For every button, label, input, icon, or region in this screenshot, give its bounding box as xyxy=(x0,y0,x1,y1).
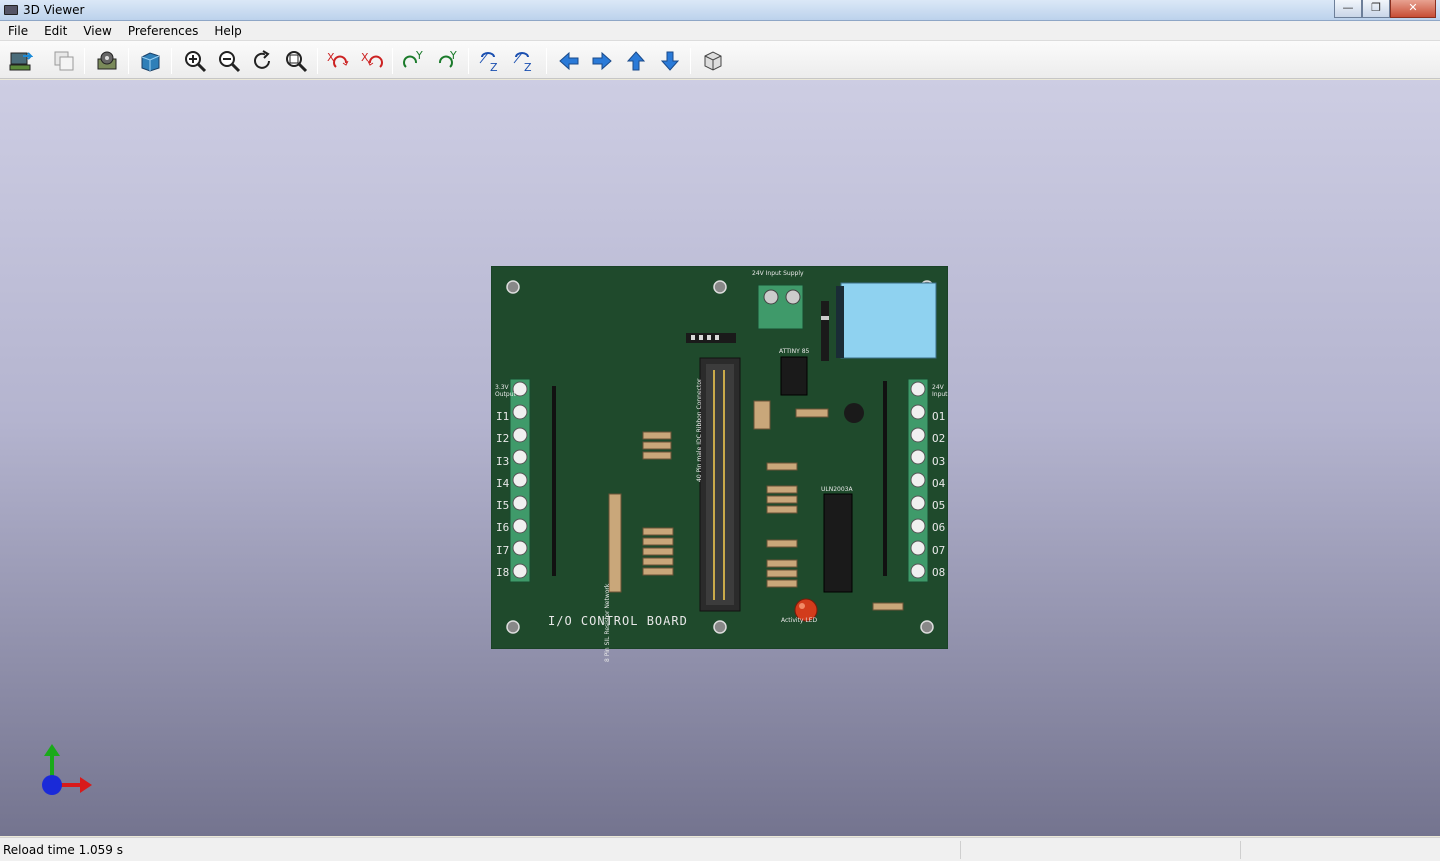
pan-down-icon[interactable] xyxy=(657,48,683,74)
attiny-label: ATTINY 85 xyxy=(779,348,810,355)
close-button[interactable]: ✕ xyxy=(1390,0,1436,18)
window-controls: — ❐ ✕ xyxy=(1334,0,1436,18)
menu-edit[interactable]: Edit xyxy=(36,21,75,41)
svg-text:Z: Z xyxy=(490,61,498,73)
output-label: O2 xyxy=(932,432,946,446)
supply-label: 24V Input Supply xyxy=(752,270,804,277)
zoom-out-icon[interactable] xyxy=(216,48,242,74)
menu-preferences[interactable]: Preferences xyxy=(120,21,207,41)
output-label: O6 xyxy=(932,521,946,535)
window-title: 3D Viewer xyxy=(23,3,85,17)
input-label: I2 xyxy=(496,432,510,446)
rotate-x-ccw-icon[interactable]: X xyxy=(359,48,385,74)
app-icon xyxy=(4,5,18,15)
pan-right-icon[interactable] xyxy=(589,48,615,74)
input-label: I6 xyxy=(496,521,510,535)
reload-time: Reload time 1.059 s xyxy=(3,843,123,857)
ortho-view-icon[interactable] xyxy=(700,48,726,74)
input-label: I4 xyxy=(496,476,510,490)
output-label: O5 xyxy=(932,499,946,513)
led-label: Activity LED xyxy=(781,617,818,624)
resistor-net-label: 8 Pin SIL Resistor Network xyxy=(604,583,611,662)
output-label: O8 xyxy=(932,566,946,580)
menu-bar: File Edit View Preferences Help xyxy=(0,21,1440,41)
rotate-z-ccw-icon[interactable]: Z xyxy=(511,48,537,74)
input-labels: I1 I2 I3 I4 I5 I6 I7 I8 xyxy=(496,406,509,584)
pcb-board xyxy=(491,266,948,649)
rotate-y-ccw-icon[interactable]: Y xyxy=(435,48,461,74)
output-label: O3 xyxy=(932,454,946,468)
input-label: I1 xyxy=(496,410,510,423)
status-bar: Reload time 1.059 s xyxy=(0,837,1440,861)
reload-icon[interactable] xyxy=(8,48,34,74)
3d-viewport[interactable]: I/O CONTROL BOARD 24V Input Supply ATTIN… xyxy=(0,80,1440,836)
svg-text:Z: Z xyxy=(524,61,532,73)
output-labels: O1 O2 O3 O4 O5 O6 O7 O8 xyxy=(932,406,945,584)
redraw-icon[interactable] xyxy=(249,48,275,74)
board-title: I/O CONTROL BOARD xyxy=(548,614,688,628)
output-label: O4 xyxy=(932,476,946,490)
input-label: I5 xyxy=(496,499,510,513)
input-label: I8 xyxy=(496,566,510,580)
svg-text:X: X xyxy=(361,51,369,64)
axes-gizmo-icon xyxy=(42,744,92,795)
menu-file[interactable]: File xyxy=(0,21,36,41)
rotate-z-cw-icon[interactable]: Z xyxy=(477,48,503,74)
svg-text:Y: Y xyxy=(449,49,457,62)
uln-label: ULN2003A xyxy=(821,486,853,493)
copy-image-icon[interactable] xyxy=(51,48,77,74)
toolbar: X X Y Y Z Z xyxy=(0,41,1440,79)
raytrace-icon[interactable] xyxy=(137,48,163,74)
minimize-button[interactable]: — xyxy=(1334,0,1362,18)
output-label: O7 xyxy=(932,543,946,557)
input-label: I3 xyxy=(496,454,510,468)
pan-left-icon[interactable] xyxy=(556,48,582,74)
left-top-label: 3.3V Output xyxy=(495,384,516,398)
pan-up-icon[interactable] xyxy=(623,48,649,74)
output-label: O1 xyxy=(932,410,946,423)
maximize-button[interactable]: ❐ xyxy=(1362,0,1390,18)
settings-icon[interactable] xyxy=(94,48,120,74)
title-bar: 3D Viewer — ❐ ✕ xyxy=(0,0,1440,21)
menu-view[interactable]: View xyxy=(75,21,119,41)
zoom-in-icon[interactable] xyxy=(182,48,208,74)
zoom-fit-icon[interactable] xyxy=(283,48,309,74)
menu-help[interactable]: Help xyxy=(206,21,249,41)
rotate-y-cw-icon[interactable]: Y xyxy=(401,48,427,74)
right-top-label: 24V Input xyxy=(932,384,948,398)
rotate-x-cw-icon[interactable]: X xyxy=(325,48,351,74)
ribbon-label: 40 Pin male IDC Ribbon Connector xyxy=(696,378,703,482)
input-label: I7 xyxy=(496,543,510,557)
